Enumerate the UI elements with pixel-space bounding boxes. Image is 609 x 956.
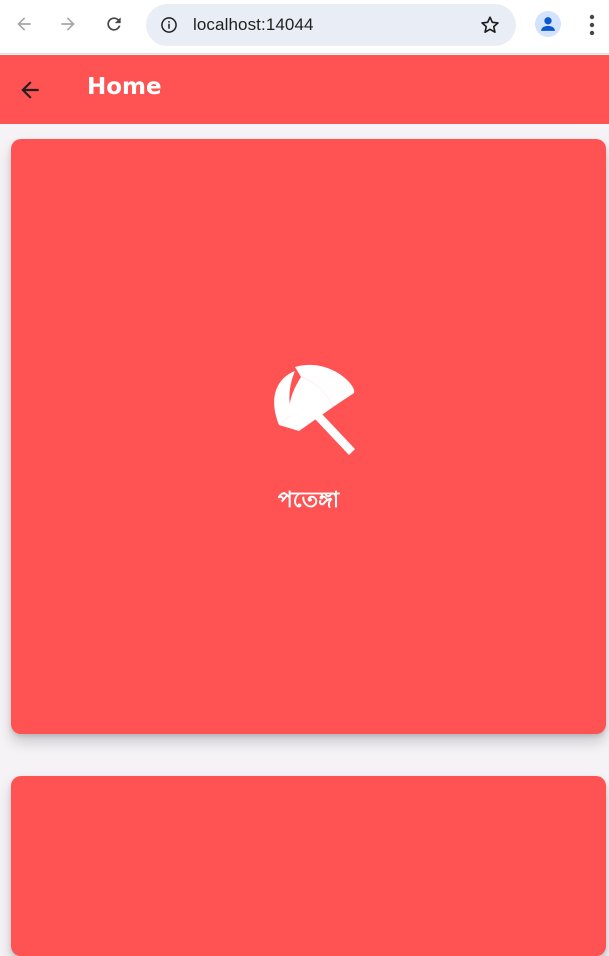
forward-arrow-icon bbox=[61, 17, 75, 31]
browser-forward-button[interactable] bbox=[53, 9, 83, 39]
address-bar[interactable]: localhost:14044 bbox=[146, 4, 516, 46]
beach-umbrella-icon bbox=[274, 364, 355, 455]
back-arrow-icon bbox=[21, 81, 39, 99]
url-text[interactable]: localhost:14044 bbox=[193, 15, 314, 35]
browser-menu-button[interactable] bbox=[582, 12, 602, 38]
info-icon bbox=[161, 17, 177, 33]
app-bar: Home bbox=[0, 55, 609, 124]
browser-back-button[interactable] bbox=[9, 9, 39, 39]
back-arrow-icon bbox=[17, 17, 31, 31]
page-title: Home bbox=[87, 74, 162, 100]
reload-icon bbox=[107, 17, 121, 31]
place-label: পতেঙ্গা bbox=[277, 488, 340, 513]
three-dots-icon bbox=[589, 14, 595, 36]
browser-reload-button[interactable] bbox=[99, 9, 129, 39]
profile-button[interactable] bbox=[535, 11, 561, 37]
place-card[interactable] bbox=[11, 776, 606, 956]
app-back-button[interactable] bbox=[15, 75, 45, 105]
browser-toolbar: localhost:14044 bbox=[0, 0, 609, 54]
bookmark-button[interactable] bbox=[478, 13, 502, 37]
person-icon bbox=[541, 17, 555, 31]
site-info-button[interactable] bbox=[156, 12, 182, 38]
star-icon bbox=[481, 16, 499, 33]
place-card[interactable]: পতেঙ্গা bbox=[11, 139, 606, 734]
